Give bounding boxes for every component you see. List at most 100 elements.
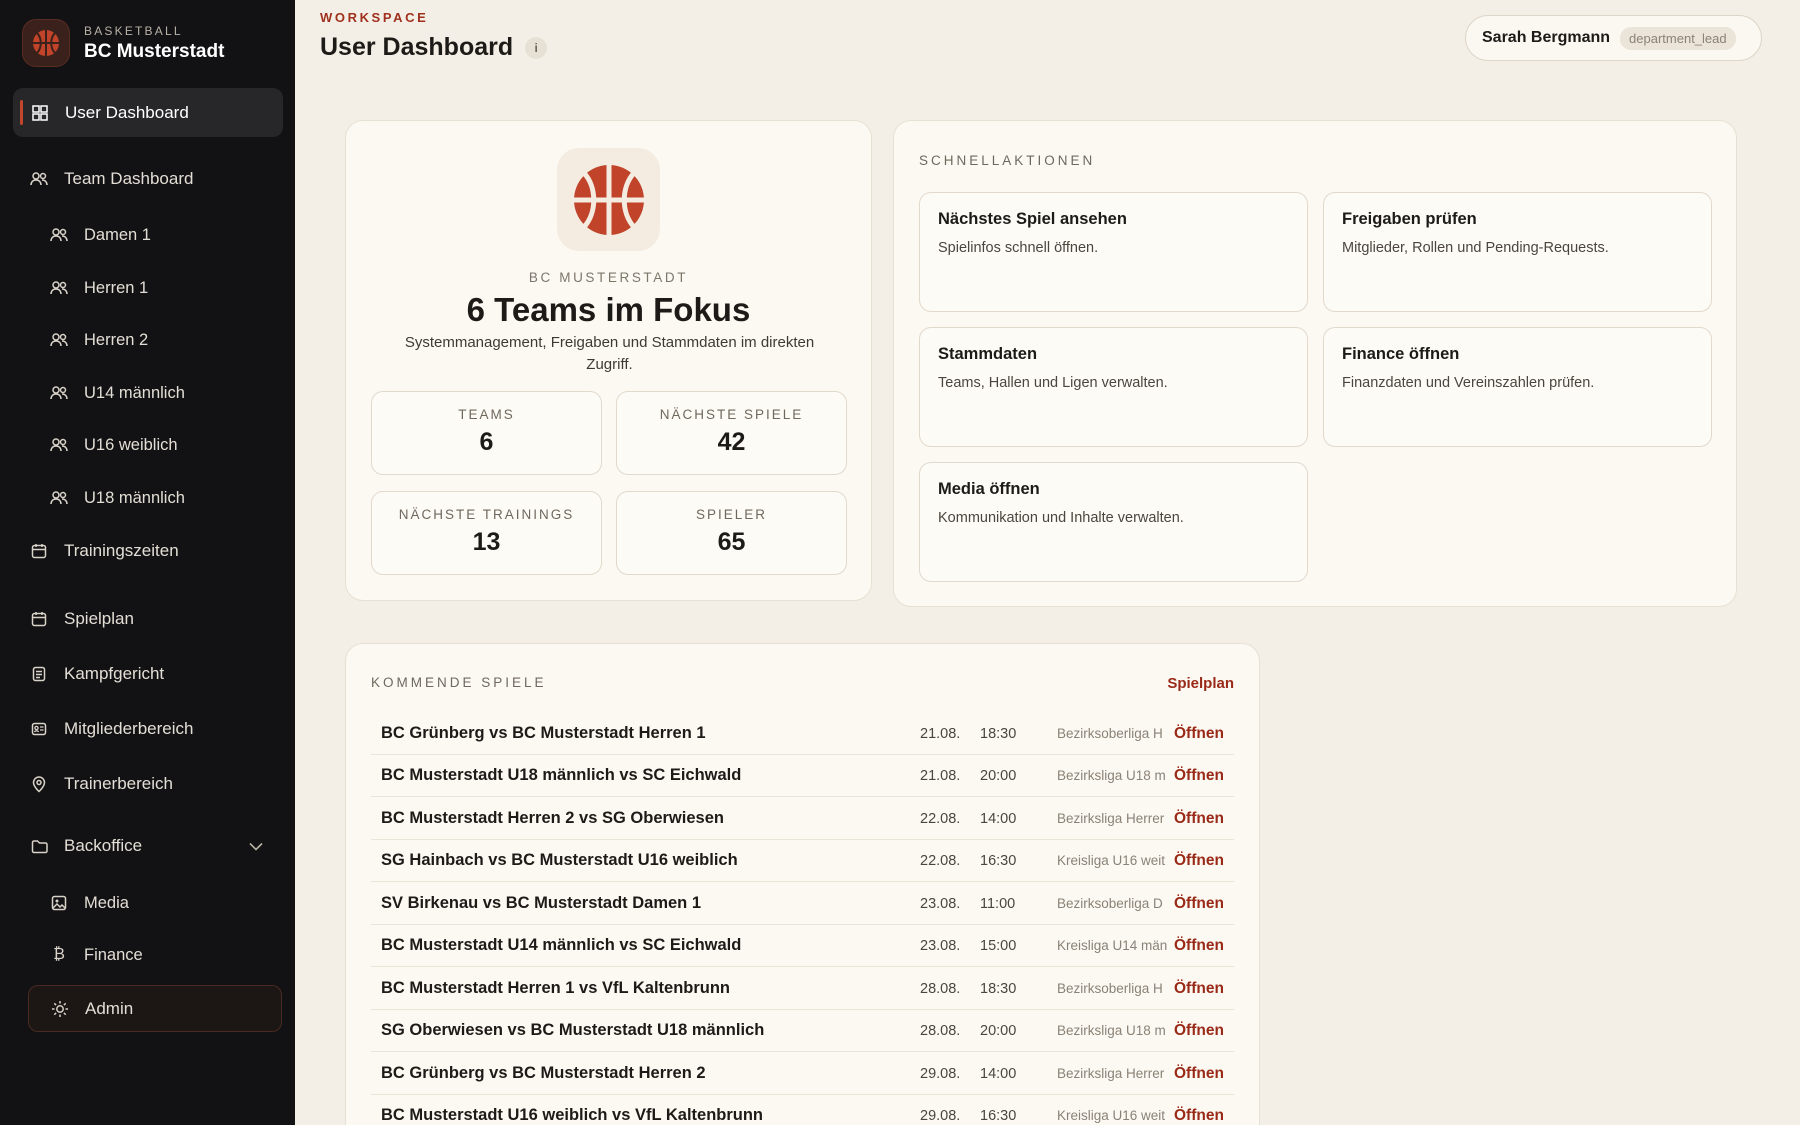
game-match: BC Musterstadt Herren 1 vs VfL Kaltenbru…	[381, 979, 731, 997]
nav-team-herren-1[interactable]: Herren 1	[50, 268, 148, 308]
nav-mitgliederbereich[interactable]: Mitgliederbereich	[30, 709, 193, 749]
quick-action-title: Finance öffnen	[1342, 345, 1460, 363]
quick-action-desc: Finanzdaten und Vereinszahlen prüfen.	[1342, 375, 1595, 391]
stat-value: 65	[717, 528, 746, 556]
nav-label: Backoffice	[64, 836, 143, 855]
nav-user-dashboard[interactable]: User Dashboard	[13, 88, 283, 137]
quick-action-master-data[interactable]: Stammdaten Teams, Hallen und Ligen verwa…	[919, 327, 1308, 447]
open-game-button[interactable]: Öffnen	[1174, 1065, 1224, 1083]
user-menu[interactable]: Sarah Bergmann department_lead	[1465, 15, 1762, 61]
game-time: 20:00	[980, 1022, 1017, 1039]
chevron-down-icon[interactable]	[249, 838, 263, 856]
game-match: BC Musterstadt U14 männlich vs SC Eichwa…	[381, 936, 742, 954]
nav-backoffice[interactable]: Backoffice	[30, 826, 142, 866]
game-match: SG Oberwiesen vs BC Musterstadt U18 männ…	[381, 1021, 765, 1039]
nav-team-u18-maennlich[interactable]: U18 männlich	[50, 478, 185, 518]
users-icon	[50, 489, 68, 507]
nav-trainingszeiten[interactable]: Trainingszeiten	[30, 531, 179, 571]
nav-admin[interactable]: Admin	[28, 985, 282, 1032]
nav-team-u16-weiblich[interactable]: U16 weiblich	[50, 425, 178, 465]
nav-label: Damen 1	[84, 225, 151, 244]
game-date: 29.08.	[920, 1065, 961, 1082]
quick-action-desc: Teams, Hallen und Ligen verwalten.	[938, 375, 1168, 391]
game-league: Bezirksliga Herrer	[1057, 811, 1165, 826]
users-icon	[50, 279, 68, 297]
game-date: 29.08.	[920, 1107, 961, 1124]
stat-naechste-spiele: NÄCHSTE SPIELE 42	[616, 391, 847, 475]
users-icon	[50, 331, 68, 349]
nav-label: Finance	[84, 945, 143, 964]
open-game-button[interactable]: Öffnen	[1174, 895, 1224, 913]
nav-team-herren-2[interactable]: Herren 2	[50, 320, 148, 360]
game-league: Kreisliga U16 weit	[1057, 853, 1166, 868]
nav-media[interactable]: Media	[50, 883, 129, 923]
quick-action-media[interactable]: Media öffnen Kommunikation und Inhalte v…	[919, 462, 1308, 582]
nav-label: Trainerbereich	[64, 774, 173, 793]
nav-label: Herren 2	[84, 330, 149, 349]
table-row: BC Grünberg vs BC Musterstadt Herren 2 2…	[371, 1053, 1234, 1095]
workspace-eyebrow: WORKSPACE	[320, 10, 429, 25]
table-row: BC Grünberg vs BC Musterstadt Herren 1 2…	[371, 713, 1234, 755]
map-pin-icon	[30, 775, 48, 793]
open-game-button[interactable]: Öffnen	[1174, 725, 1224, 743]
game-match: BC Musterstadt Herren 2 vs SG Oberwiesen	[381, 809, 724, 827]
nav-team-damen-1[interactable]: Damen 1	[50, 215, 151, 255]
game-time: 14:00	[980, 1065, 1017, 1082]
stat-label: SPIELER	[695, 507, 768, 522]
game-time: 16:30	[980, 1107, 1017, 1124]
stat-spieler: SPIELER 65	[616, 491, 847, 575]
page-title-text: User Dashboard	[320, 33, 514, 61]
open-game-button[interactable]: Öffnen	[1174, 980, 1224, 998]
game-match: BC Grünberg vs BC Musterstadt Herren 2	[381, 1064, 706, 1082]
brand-name: BC Musterstadt	[84, 40, 225, 62]
stat-teams: TEAMS 6	[371, 391, 602, 475]
game-time: 14:00	[980, 810, 1017, 827]
table-row: BC Musterstadt U18 männlich vs SC Eichwa…	[371, 755, 1234, 797]
table-row: SV Birkenau vs BC Musterstadt Damen 1 23…	[371, 883, 1234, 925]
quick-action-title: Nächstes Spiel ansehen	[938, 210, 1127, 228]
id-card-icon	[30, 720, 48, 738]
nav-label: Media	[84, 893, 129, 912]
nav-label: Kampfgericht	[64, 664, 165, 683]
nav-finance[interactable]: ₿ Finance	[50, 935, 143, 975]
open-game-button[interactable]: Öffnen	[1174, 810, 1224, 828]
game-date: 22.08.	[920, 852, 961, 869]
quick-action-desc: Mitglieder, Rollen und Pending-Requests.	[1342, 240, 1609, 256]
open-game-button[interactable]: Öffnen	[1174, 1107, 1224, 1125]
quick-action-title: Media öffnen	[938, 480, 1040, 498]
game-time: 15:00	[980, 937, 1017, 954]
game-date: 22.08.	[920, 810, 961, 827]
quick-action-finance[interactable]: Finance öffnen Finanzdaten und Vereinsza…	[1323, 327, 1712, 447]
table-row: BC Musterstadt U14 männlich vs SC Eichwa…	[371, 925, 1234, 967]
nav-kampfgericht[interactable]: Kampfgericht	[30, 654, 164, 694]
upcoming-games-card: KOMMENDE SPIELE Spielplan BC Grünberg vs…	[345, 643, 1260, 1125]
game-league: Bezirksoberliga H	[1057, 981, 1163, 996]
stat-naechste-trainings: NÄCHSTE TRAININGS 13	[371, 491, 602, 575]
nav-trainerbereich[interactable]: Trainerbereich	[30, 764, 173, 804]
brand[interactable]: BASKETBALL BC Musterstadt	[22, 19, 224, 67]
brand-eyebrow: BASKETBALL	[84, 23, 183, 38]
bitcoin-icon: ₿	[53, 946, 65, 963]
nav-label: User Dashboard	[65, 102, 189, 122]
spielplan-link[interactable]: Spielplan	[1167, 675, 1234, 692]
nav-team-u14-maennlich[interactable]: U14 männlich	[50, 373, 185, 413]
quick-action-desc: Kommunikation und Inhalte verwalten.	[938, 510, 1184, 526]
open-game-button[interactable]: Öffnen	[1174, 1022, 1224, 1040]
game-time: 18:30	[980, 725, 1017, 742]
open-game-button[interactable]: Öffnen	[1174, 937, 1224, 955]
game-match: BC Musterstadt U16 weiblich vs VfL Kalte…	[381, 1106, 764, 1124]
nav-spielplan[interactable]: Spielplan	[30, 599, 134, 639]
nav-label: U16 weiblich	[84, 435, 178, 454]
info-icon[interactable]: i	[525, 36, 548, 59]
quick-action-approvals[interactable]: Freigaben prüfen Mitglieder, Rollen und …	[1323, 192, 1712, 312]
open-game-button[interactable]: Öffnen	[1174, 852, 1224, 870]
nav-label: U14 männlich	[84, 383, 185, 402]
open-game-button[interactable]: Öffnen	[1174, 767, 1224, 785]
nav-team-dashboard[interactable]: Team Dashboard	[30, 159, 193, 199]
stat-value: 42	[717, 428, 746, 456]
game-match: SV Birkenau vs BC Musterstadt Damen 1	[381, 894, 702, 912]
grid-icon	[31, 104, 49, 122]
quick-action-next-game[interactable]: Nächstes Spiel ansehen Spielinfos schnel…	[919, 192, 1308, 312]
game-date: 21.08.	[920, 725, 961, 742]
hero-title: 6 Teams im Fokus	[466, 291, 751, 328]
